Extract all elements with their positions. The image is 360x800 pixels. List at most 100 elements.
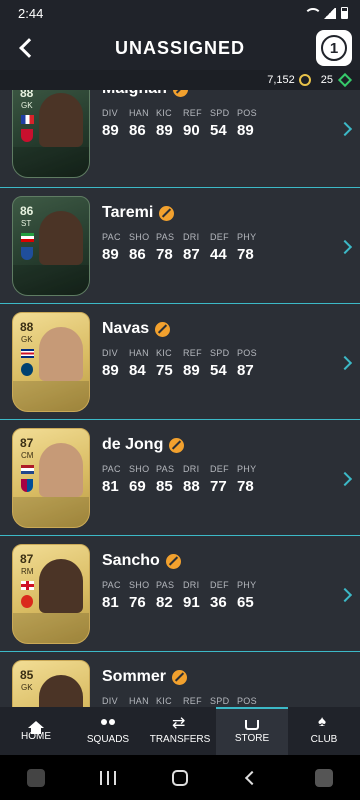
nav-label: TRANSFERS (149, 734, 211, 745)
stat-value: 81 (102, 478, 119, 495)
player-photo (39, 211, 83, 265)
chevron-right-icon[interactable] (337, 239, 353, 255)
chevron-left-icon (19, 38, 39, 58)
stat-value: 89 (156, 122, 173, 139)
stat: SHO 86 (129, 232, 149, 263)
nav-club[interactable]: CLUB (288, 707, 360, 755)
player-name-wrap: Maignan (102, 90, 188, 98)
stat: REF (183, 696, 202, 706)
club-crest-icon (21, 129, 33, 142)
stat-label: KIC (156, 108, 172, 118)
card-band (13, 381, 89, 411)
page-title: UNASSIGNED (114, 37, 245, 58)
player-stats: DIV 89 HAN 84 KIC 75 REF 89 SPD 54 POS 87 (102, 348, 257, 379)
stat-label: SPD (210, 108, 230, 118)
recents-button[interactable] (96, 766, 120, 790)
untradeable-icon (159, 205, 175, 221)
nav-store[interactable]: STORE (216, 707, 288, 755)
stat: DEF 44 (210, 232, 229, 263)
stat-value: 87 (183, 246, 200, 263)
stat: HAN 84 (129, 348, 149, 379)
flag-icon (21, 465, 34, 474)
gamepad-icon (27, 768, 45, 787)
stat: PAS 85 (156, 464, 174, 495)
card-band (13, 265, 89, 295)
sort-button[interactable]: 1 (316, 30, 352, 66)
squads-icon (100, 717, 116, 731)
stat-value: 91 (183, 594, 200, 611)
points-icon (337, 72, 353, 88)
player-row[interactable]: 88 GK Navas DIV 89 HAN 84 KIC 75 REF 89 SPD 5… (0, 304, 360, 420)
stat-label: SHO (129, 464, 150, 474)
stat-label: PAC (102, 464, 121, 474)
untradeable-icon (165, 553, 181, 569)
stat: DEF 77 (210, 464, 229, 495)
stat-label: REF (183, 348, 202, 358)
player-photo (39, 93, 83, 147)
stat: REF 90 (183, 108, 202, 139)
player-name: Sommer (102, 668, 167, 685)
chevron-right-icon[interactable] (337, 121, 353, 137)
nav-label: SQUADS (86, 734, 130, 745)
nav-squads[interactable]: SQUADS (72, 707, 144, 755)
player-row[interactable]: 86 ST Taremi PAC 89 SHO 86 PAS 78 DRI 87 DEF… (0, 188, 360, 304)
app-root: 2:44 UNASSIGNED 1 7,152 25 88 GK DIV 89 … (0, 0, 360, 800)
stat-label: DRI (183, 464, 200, 474)
back-button[interactable] (10, 32, 42, 64)
player-row[interactable]: 85 GK Sommer DIV HAN KIC REF SPD POS (0, 652, 360, 707)
nav-home[interactable]: HOME (0, 707, 72, 755)
assist-button[interactable] (312, 766, 336, 790)
stat: PHY 78 (237, 232, 256, 263)
chevron-right-icon[interactable] (337, 471, 353, 487)
status-icons (304, 7, 348, 19)
player-row[interactable]: 87 CM de Jong PAC 81 SHO 69 PAS 85 DRI 88 DE… (0, 420, 360, 536)
chevron-right-icon[interactable] (337, 587, 353, 603)
card-rating: 87 (20, 552, 34, 566)
stat-label: PAS (156, 232, 175, 242)
points-amount: 25 (320, 74, 333, 86)
player-row[interactable]: 88 GK Maignan DIV 89 HAN 86 KIC 89 REF 90 SP… (0, 90, 360, 188)
player-photo (39, 327, 83, 381)
back-system-button[interactable] (240, 766, 264, 790)
flag-icon (21, 349, 34, 358)
stat-label: SHO (129, 580, 150, 590)
stat: DIV (102, 696, 120, 706)
player-name-wrap: Taremi (102, 204, 175, 222)
stat: DRI 91 (183, 580, 201, 611)
stat-label: POS (237, 108, 257, 118)
stat-value: 54 (210, 362, 227, 379)
stat-value: 85 (156, 478, 173, 495)
stat: KIC 75 (156, 348, 174, 379)
stat-value: 82 (156, 594, 173, 611)
stat-value: 86 (129, 246, 146, 263)
club-crest-icon (21, 479, 33, 492)
player-row[interactable]: 87 RM Sancho PAC 81 SHO 76 PAS 82 DRI 91 DEF… (0, 536, 360, 652)
home-system-button[interactable] (168, 766, 192, 790)
stat-value: 84 (129, 362, 146, 379)
stat: REF 89 (183, 348, 202, 379)
chevron-right-icon[interactable] (337, 355, 353, 371)
club-crest-icon (21, 595, 33, 608)
stat-label: DRI (183, 580, 200, 590)
stat-value: 77 (210, 478, 227, 495)
stat-value: 88 (183, 478, 200, 495)
card-band (13, 497, 89, 527)
stat-value: 65 (237, 594, 254, 611)
card-position: CM (21, 451, 34, 460)
home-circle-icon (172, 769, 188, 786)
stat-value: 78 (237, 246, 254, 263)
stat-value: 87 (237, 362, 254, 379)
stat-label: KIC (156, 696, 172, 706)
game-tools-button[interactable] (24, 766, 48, 790)
nav-transfers[interactable]: TRANSFERS (144, 707, 216, 755)
stat: HAN 86 (129, 108, 149, 139)
stat-label: HAN (129, 348, 149, 358)
stat-label: DIV (102, 696, 118, 706)
stat-value: 69 (129, 478, 146, 495)
stat: PAS 82 (156, 580, 174, 611)
stat-label: PAC (102, 232, 121, 242)
coin-icon (298, 74, 311, 86)
status-bar: 2:44 (0, 0, 360, 26)
bottom-nav: HOME SQUADS TRANSFERS STORE CLUB (0, 707, 360, 755)
back-arrow-icon (244, 770, 260, 785)
